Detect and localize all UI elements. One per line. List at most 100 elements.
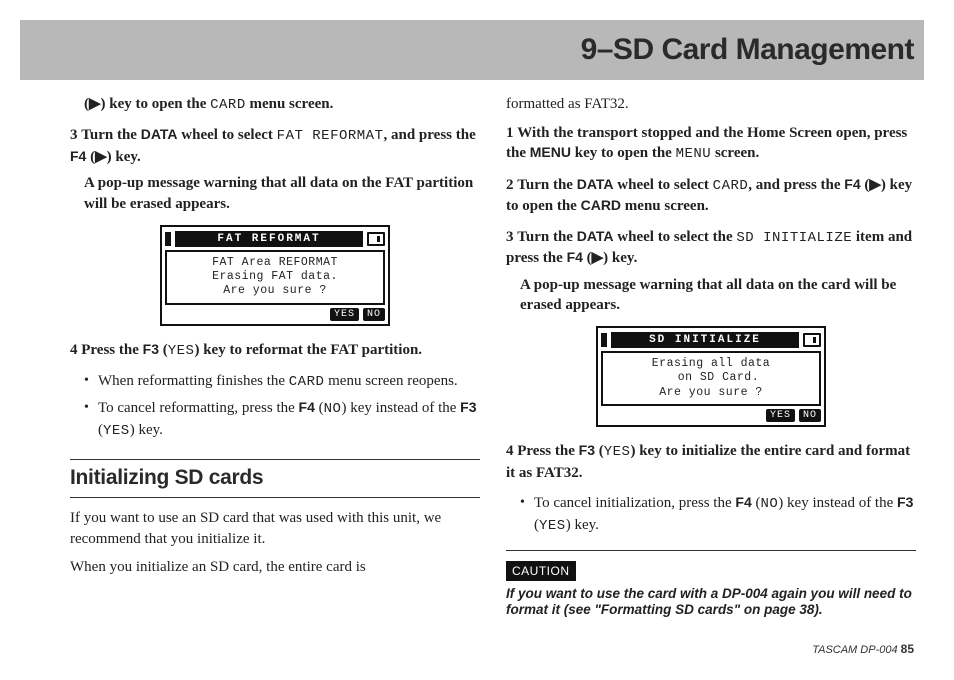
list-item: To cancel reformatting, press the F4 (NO… — [84, 398, 480, 441]
text: ) key instead of the — [778, 495, 897, 511]
step-number: 2 — [506, 177, 514, 193]
menu-name: SD INITIALIZE — [736, 230, 852, 246]
key-value: YES — [604, 444, 631, 460]
lcd-no-button: NO — [799, 409, 821, 422]
lcd-buttons: YES NO — [601, 409, 821, 422]
key-label: F4 — [735, 494, 751, 510]
step-followup: A pop-up message warning that all data o… — [520, 275, 916, 316]
paragraph: If you want to use an SD card that was u… — [70, 508, 480, 549]
key-value: NO — [760, 496, 778, 512]
lcd-sd-initialize: SD INITIALIZE Erasing all data on SD Car… — [596, 326, 826, 427]
step-2: 2 Turn the DATA wheel to select CARD, an… — [506, 175, 916, 217]
text: Turn the — [517, 177, 576, 193]
caution-text: If you want to use the card with a DP-00… — [506, 586, 916, 620]
lcd-buttons: YES NO — [165, 308, 385, 321]
text: ( — [595, 443, 604, 459]
sd-card-icon — [367, 232, 385, 246]
key-label: F4 — [844, 176, 860, 192]
step-number: 3 — [506, 229, 514, 245]
text: ) key. — [566, 517, 599, 533]
text: screen. — [711, 145, 759, 161]
text: ) key to reformat the FAT partition. — [194, 342, 422, 358]
text: When reformatting finishes the — [98, 373, 289, 389]
text: ) key instead of the — [341, 400, 460, 416]
lcd-title: SD INITIALIZE — [611, 332, 799, 348]
list-item: To cancel initialization, press the F4 (… — [520, 493, 916, 536]
menu-name: CARD — [289, 374, 325, 390]
text: Turn the — [517, 229, 576, 245]
step-number: 4 — [506, 443, 514, 459]
key-label: F4 — [567, 249, 583, 265]
chapter-title: 9–SD Card Management — [581, 33, 914, 67]
key-value: YES — [168, 343, 195, 359]
caution-rule — [506, 550, 916, 551]
key-label: CARD — [581, 197, 621, 213]
paragraph: When you initialize an SD card, the enti… — [70, 557, 480, 578]
text: wheel to select — [178, 127, 277, 143]
lcd-titlebar: SD INITIALIZE — [601, 331, 821, 349]
caution-label: CAUTION — [506, 561, 576, 582]
right-column: formatted as FAT32. 1 With the transport… — [506, 94, 916, 619]
key-label: F3 — [460, 399, 476, 415]
text: ) key. — [130, 422, 163, 438]
text: ( — [159, 342, 168, 358]
step-number: 4 — [70, 342, 78, 358]
text: Turn the — [81, 127, 140, 143]
left-column: (▶) key to open the CARD menu screen. 3 … — [70, 94, 480, 619]
key-label: DATA — [141, 126, 178, 142]
lcd-tab-icon — [601, 333, 607, 347]
text: To cancel initialization, press the — [534, 495, 735, 511]
key-label: F3 — [143, 341, 159, 357]
text: wheel to select — [614, 177, 713, 193]
text: , and press the — [384, 127, 476, 143]
step-4: 4 Press the F3 (YES) key to initialize t… — [506, 441, 916, 483]
step-followup: A pop-up message warning that all data o… — [84, 173, 480, 214]
section-heading-box: Initializing SD cards — [70, 459, 480, 498]
step-number: 3 — [70, 127, 78, 143]
text: key to open the — [571, 145, 676, 161]
lcd-tab-icon — [165, 232, 171, 246]
key-value: NO — [324, 401, 342, 417]
key-label: F4 — [299, 399, 315, 415]
text: (▶) key. — [86, 149, 140, 165]
footer-brand: TASCAM DP-004 — [812, 644, 897, 656]
key-label: F4 — [70, 148, 86, 164]
lcd-yes-button: YES — [766, 409, 795, 422]
text: menu screen. — [246, 96, 334, 112]
text: menu screen. — [621, 198, 709, 214]
page-footer: TASCAM DP-004 85 — [812, 642, 914, 656]
key-label: F3 — [579, 442, 595, 458]
menu-name: MENU — [676, 146, 712, 162]
page: 9–SD Card Management (▶) key to open the… — [0, 0, 954, 680]
text: Press the — [81, 342, 142, 358]
chapter-header: 9–SD Card Management — [20, 20, 924, 80]
page-number: 85 — [901, 642, 914, 656]
step-1: 1 With the transport stopped and the Hom… — [506, 123, 916, 165]
continuation-line: (▶) key to open the CARD menu screen. — [84, 94, 480, 115]
key-value: YES — [103, 423, 130, 439]
lcd-body: Erasing all data on SD Card. Are you sur… — [601, 351, 821, 406]
menu-name: CARD — [210, 97, 246, 113]
lcd-yes-button: YES — [330, 308, 359, 321]
lcd-body: FAT Area REFORMAT Erasing FAT data. Are … — [165, 250, 385, 305]
key-label: MENU — [530, 144, 571, 160]
step-3: 3 Turn the DATA wheel to select the SD I… — [506, 227, 916, 316]
menu-name: CARD — [713, 178, 749, 194]
step-4: 4 Press the F3 (YES) key to reformat the… — [70, 340, 480, 361]
text: Press the — [517, 443, 578, 459]
text: ( — [315, 400, 324, 416]
paragraph: formatted as FAT32. — [506, 94, 916, 115]
lcd-titlebar: FAT REFORMAT — [165, 230, 385, 248]
key-label: DATA — [577, 228, 614, 244]
sd-card-icon — [803, 333, 821, 347]
section-title: Initializing SD cards — [70, 464, 480, 493]
bullet-list: When reformatting finishes the CARD menu… — [84, 371, 480, 441]
key-value: YES — [539, 518, 566, 534]
text: (▶) key. — [583, 250, 637, 266]
text: , and press the — [748, 177, 844, 193]
text: wheel to select the — [614, 229, 737, 245]
left-margin-strip — [20, 94, 70, 619]
text: (▶) key to open the — [84, 96, 210, 112]
step-number: 1 — [506, 125, 514, 141]
list-item: When reformatting finishes the CARD menu… — [84, 371, 480, 392]
